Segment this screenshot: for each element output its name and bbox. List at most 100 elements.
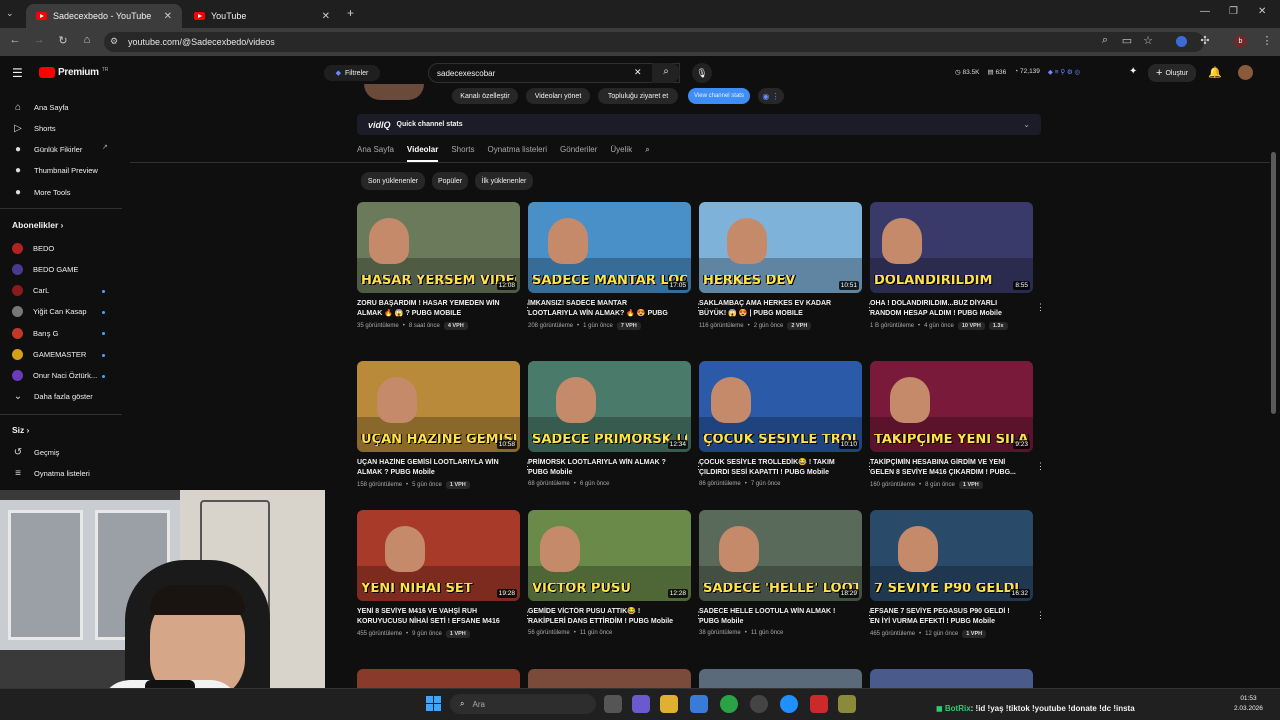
video-title[interactable]: EFSANE 7 SEVİYE PEGASUS P90 GELDİ ! EN İ… [870, 607, 1020, 627]
subscription-item[interactable]: GAMEMASTER [12, 346, 86, 364]
video-thumbnail[interactable]: TAKİPÇİME YENİ SİLAHI ÇIKARDIM 9:23 [870, 361, 1033, 452]
video-thumbnail[interactable]: VİCTÖR PUSU 12:28 [528, 510, 691, 601]
chip-latest[interactable]: Son yüklenenler [361, 172, 425, 190]
video-card[interactable]: ÇOCUK SESİYLE TROLL 10:10 ÇOCUK SESİYLE … [699, 361, 874, 511]
tab-list-icon[interactable]: ⌄ [6, 8, 14, 19]
filters-button[interactable]: ◆ Filtreler [324, 65, 380, 81]
search-button[interactable]: ⌕ [652, 63, 680, 83]
obs-icon[interactable] [750, 695, 768, 713]
video-title[interactable]: SADECE HELLE LOOTULA WİN ALMAK ! PUBG Mo… [699, 607, 849, 627]
sidebar-item[interactable]: ● Thumbnail Preview [12, 161, 98, 179]
app-icon[interactable] [780, 695, 798, 713]
video-card[interactable]: DOLANDIRILDIM 8:55 OHA ! DOLANDIRILDIM..… [870, 202, 1045, 352]
video-thumbnail[interactable]: HERKES DEV 10:51 [699, 202, 862, 293]
close-tab-icon[interactable]: ✕ [164, 11, 172, 22]
video-title[interactable]: PRİMORSK LOOTLARIYLA WİN ALMAK ? PUBG Mo… [528, 458, 678, 478]
sidebar-item[interactable]: ≡ Oynatma listeleri [12, 464, 90, 482]
video-thumbnail[interactable]: SADECE PRİMORSK LOOTUYLA WİN ALMAK 12:34 [528, 361, 691, 452]
windows-start-icon[interactable] [426, 696, 441, 711]
video-card[interactable]: SADECE PRİMORSK LOOTUYLA WİN ALMAK 12:34… [528, 361, 703, 511]
video-thumbnail[interactable] [357, 669, 520, 688]
cast-icon[interactable]: ▭ [1120, 34, 1134, 47]
chevron-down-icon[interactable]: ⌄ [1023, 120, 1030, 129]
taskbar-search-input[interactable]: ⌕ Ara [450, 694, 596, 714]
clear-search-icon[interactable]: ✕ [634, 67, 642, 78]
app-icon[interactable] [838, 695, 856, 713]
video-title[interactable]: SAKLAMBAÇ AMA HERKES EV KADAR BÜYÜK! 😱 😍… [699, 299, 849, 319]
chip-popular[interactable]: Popüler [432, 172, 468, 190]
forward-icon[interactable]: → [32, 34, 46, 46]
video-card[interactable]: TAKİPÇİME YENİ SİLAHI ÇIKARDIM 9:23 TAKİ… [870, 361, 1045, 511]
video-title[interactable]: UÇAN HAZİNE GEMİSİ LOOTLARIYLA WİN ALMAK… [357, 458, 507, 478]
subscription-item[interactable]: Barış G [12, 324, 58, 342]
video-title[interactable]: ÇOCUK SESİYLE TROLLEDİK😂 ! TAKIM ÇILDIRD… [699, 458, 849, 478]
search-input[interactable]: sadecexescobar [428, 63, 680, 83]
tab-membership[interactable]: Üyelik [610, 145, 632, 162]
subscriptions-header[interactable]: Abonelikler › [12, 220, 63, 230]
tab-search-icon[interactable]: ⌕ [645, 145, 649, 162]
subscription-item[interactable]: BEDO GAME [12, 260, 78, 278]
new-tab-icon[interactable]: + [347, 6, 354, 20]
sidebar-item[interactable]: ▷ Shorts [12, 119, 56, 137]
video-title[interactable]: TAKİPÇİMİN HESABINA GİRDİM VE YENİ GELEN… [870, 458, 1020, 478]
menu-hamburger-icon[interactable]: ☰ [12, 66, 23, 80]
tab-playlists[interactable]: Oynatma listeleri [487, 145, 547, 162]
create-button[interactable]: + Oluştur [1148, 64, 1196, 82]
chrome-icon[interactable] [720, 695, 738, 713]
visit-community-button[interactable]: Topluluğu ziyaret et [598, 88, 678, 104]
chip-oldest[interactable]: İlk yüklenenler [475, 172, 533, 190]
customize-channel-button[interactable]: Kanalı özelleştir [452, 88, 518, 104]
view-channel-stats-button[interactable]: View channel stats [688, 88, 750, 104]
video-thumbnail[interactable]: ÇOCUK SESİYLE TROLL 10:10 [699, 361, 862, 452]
extension-icon[interactable] [1176, 36, 1187, 47]
video-card[interactable]: SADECE MANTAR LOOTLARIYLA WİN ALM... 17:… [528, 202, 703, 352]
tab-shorts[interactable]: Shorts [451, 145, 474, 162]
manage-videos-button[interactable]: Videoları yönet [526, 88, 590, 104]
profile-avatar-icon[interactable]: b [1234, 35, 1247, 48]
video-title[interactable]: YENİ 8 SEVİYE M416 VE VAHŞİ RUH KORUYUCU… [357, 607, 507, 627]
tab-home[interactable]: Ana Sayfa [357, 145, 394, 162]
video-card[interactable]: VİCTÖR PUSU 12:28 GEMİDE VİCTÖR PUSU ATT… [528, 510, 703, 660]
browser-menu-icon[interactable]: ⋮ [1260, 34, 1274, 47]
video-thumbnail[interactable]: HASAR YERSEM VİDEO BİTER 12:08 [357, 202, 520, 293]
video-thumbnail[interactable]: SADECE MANTAR LOOTLARIYLA WİN ALM... 17:… [528, 202, 691, 293]
sidebar-item[interactable]: ↺ Geçmiş [12, 443, 60, 461]
video-title[interactable]: ZORU BAŞARDIM ! HASAR YEMEDEN WİN ALMAK … [357, 299, 507, 319]
tab-channel[interactable]: Sadecexbedo - YouTube ✕ [26, 4, 182, 28]
reload-icon[interactable]: ↻ [56, 34, 70, 47]
extensions-puzzle-icon[interactable]: ✣ [1198, 34, 1212, 47]
video-thumbnail[interactable] [870, 669, 1033, 688]
back-icon[interactable]: ← [8, 34, 22, 46]
close-tab-icon[interactable]: ✕ [322, 11, 330, 22]
minimize-icon[interactable]: — [1200, 6, 1210, 17]
video-title[interactable]: OHA ! DOLANDIRILDIM...BUZ DİYARLI RANDOM… [870, 299, 1020, 319]
video-thumbnail[interactable] [699, 669, 862, 688]
vidiq-options-button[interactable]: ◉ ⋮ [758, 88, 784, 104]
vidiq-ai-icon[interactable]: ✦ [1129, 66, 1137, 77]
sidebar-item[interactable]: ● Günlük Fikirler [12, 140, 82, 158]
video-thumbnail[interactable] [528, 669, 691, 688]
video-title[interactable]: İMKANSIZ! SADECE MANTAR LOOTLARIYLA WİN … [528, 299, 678, 319]
voice-search-icon[interactable]: 🎙 [692, 63, 712, 83]
video-thumbnail[interactable]: DOLANDIRILDIM 8:55 [870, 202, 1033, 293]
video-card[interactable]: HERKES DEV 10:51 SAKLAMBAÇ AMA HERKES EV… [699, 202, 874, 352]
sidebar-item[interactable]: ● More Tools [12, 183, 71, 201]
video-card[interactable]: 7 SEVİYE P90 GELDİ 16:32 EFSANE 7 SEVİYE… [870, 510, 1045, 660]
video-card[interactable]: UÇAN HAZİNE GEMİSİ LOOTLARIYLA WİN ALMAK… [357, 361, 532, 511]
home-icon[interactable]: ⌂ [80, 34, 94, 46]
tab-videos[interactable]: Videolar [406, 145, 439, 162]
subscription-item[interactable]: Onur Naci Öztürk... [12, 367, 97, 385]
address-bar[interactable]: youtube.com/@Sadecexbedo/videos [104, 32, 1204, 52]
video-thumbnail[interactable]: YENİ NİHAİ SET 19:28 [357, 510, 520, 601]
video-card[interactable]: HASAR YERSEM VİDEO BİTER 12:08 ZORU BAŞA… [357, 202, 532, 352]
app-icon[interactable] [810, 695, 828, 713]
maximize-icon[interactable]: ❐ [1229, 6, 1238, 17]
video-thumbnail[interactable]: 7 SEVİYE P90 GELDİ 16:32 [870, 510, 1033, 601]
site-info-icon[interactable]: ⚙ [110, 36, 118, 47]
task-view-icon[interactable] [604, 695, 622, 713]
sidebar-item[interactable]: ⌂ Ana Sayfa [12, 98, 69, 116]
vidiq-quick-stats-bar[interactable]: vidIQ Quick channel stats ⌄ [357, 114, 1041, 135]
copilot-icon[interactable] [632, 695, 650, 713]
notifications-bell-icon[interactable]: 🔔 [1208, 66, 1222, 79]
video-title[interactable]: GEMİDE VİCTÖR PUSU ATTIK😂 ! RAKİPLERİ DA… [528, 607, 678, 627]
